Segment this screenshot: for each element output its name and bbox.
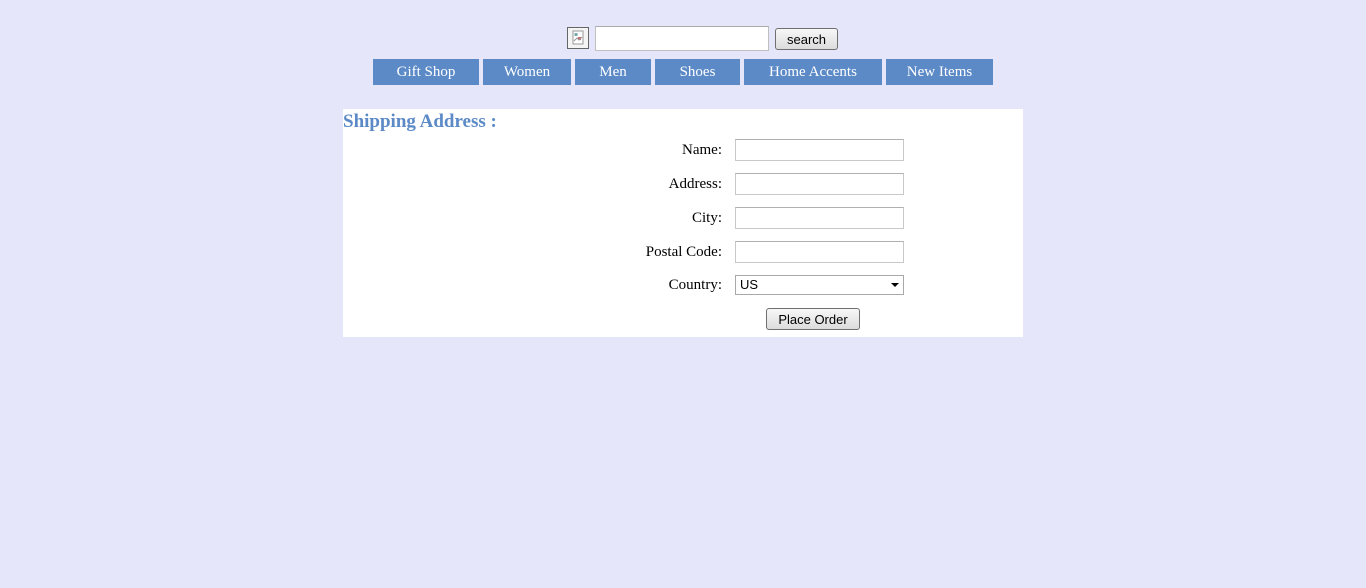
nav-item-shoes[interactable]: Shoes [655, 59, 740, 85]
postal-code-label: Postal Code: [645, 244, 722, 260]
country-selected-value: US [740, 277, 759, 292]
broken-image-icon [567, 27, 589, 49]
city-field[interactable] [735, 207, 904, 229]
shipping-address-panel: Shipping Address : Name: Address: City: … [343, 109, 1023, 337]
search-button[interactable]: search [775, 28, 838, 50]
panel-title: Shipping Address : [343, 111, 497, 132]
place-order-button[interactable]: Place Order [766, 308, 860, 330]
address-label: Address: [668, 176, 722, 192]
name-label: Name: [682, 142, 722, 158]
postal-code-field[interactable] [735, 241, 904, 263]
chevron-down-icon [891, 283, 899, 287]
nav-item-women[interactable]: Women [483, 59, 571, 85]
nav-item-men[interactable]: Men [575, 59, 651, 85]
country-select[interactable]: US [735, 275, 904, 295]
country-label: Country: [668, 277, 722, 293]
search-input[interactable] [595, 26, 769, 51]
nav-item-home-accents[interactable]: Home Accents [744, 59, 882, 85]
name-field[interactable] [735, 139, 904, 161]
nav-item-gift-shop[interactable]: Gift Shop [373, 59, 479, 85]
nav-item-new-items[interactable]: New Items [886, 59, 993, 85]
address-field[interactable] [735, 173, 904, 195]
city-label: City: [691, 210, 722, 226]
